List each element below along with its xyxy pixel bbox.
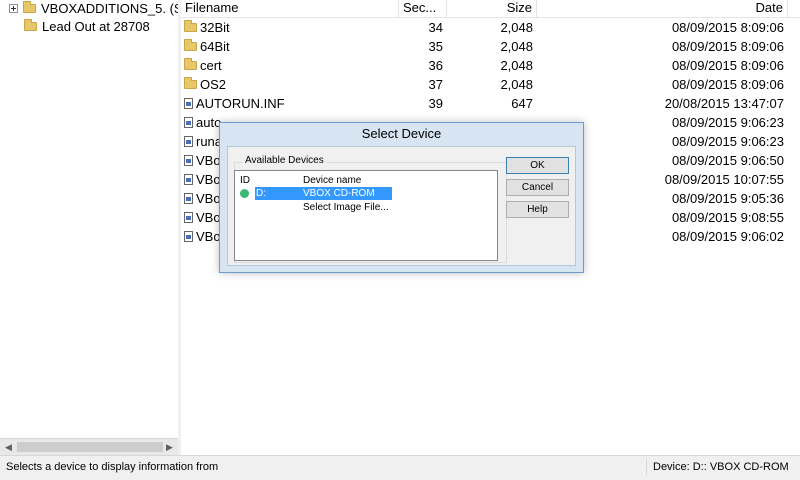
filename-text: VBo (196, 153, 221, 168)
column-header-filename[interactable]: Filename (181, 0, 399, 17)
filename-cell: AUTORUN.INF (184, 94, 394, 113)
sector-cell: 36 (428, 58, 443, 73)
status-text: Selects a device to display information … (6, 461, 219, 473)
scroll-left-icon[interactable]: ◀ (0, 439, 17, 455)
date-cell: 08/09/2015 9:05:36 (671, 191, 784, 206)
date-cell: 08/09/2015 9:06:23 (671, 115, 784, 130)
expand-icon[interactable] (9, 3, 18, 13)
cancel-button[interactable]: Cancel (506, 179, 569, 196)
sector-cell: 37 (428, 77, 443, 92)
filename-cell: 32Bit (184, 18, 394, 37)
device-name: VBOX CD-ROM (303, 188, 375, 199)
size-cell: 2,048 (500, 77, 533, 92)
device-row[interactable]: Select Image File... (236, 201, 498, 214)
column-header-size[interactable]: Size (447, 0, 537, 17)
file-icon (184, 231, 193, 242)
filename-text: 32Bit (200, 20, 230, 35)
sector-cell: 39 (428, 96, 443, 111)
device-status-icon (240, 189, 249, 198)
file-icon (184, 136, 193, 147)
list-header: Filename Sec... Size Date (181, 0, 800, 18)
tree-item-vboxadditions[interactable]: VBOXADDITIONS_5. (S (0, 0, 179, 17)
table-row[interactable]: AUTORUN.INF 39 647 20/08/2015 13:47:07 (181, 94, 800, 113)
filename-text: auto (196, 115, 222, 130)
ok-button[interactable]: OK (506, 157, 569, 174)
file-icon (184, 193, 193, 204)
size-cell: 2,048 (500, 39, 533, 54)
folder-icon (184, 77, 197, 89)
tree-horizontal-scrollbar[interactable]: ◀ ▶ (0, 438, 178, 455)
column-header-sector[interactable]: Sec... (399, 0, 447, 17)
column-header-date[interactable]: Date (537, 0, 788, 17)
folder-icon (184, 39, 197, 51)
filename-text: VBo (196, 210, 221, 225)
filename-text: OS2 (200, 77, 227, 92)
date-cell: 08/09/2015 8:09:06 (671, 20, 784, 35)
file-icon (184, 155, 193, 166)
group-label: Available Devices (243, 155, 326, 166)
help-button[interactable]: Help (506, 201, 569, 218)
folder-tree[interactable]: VBOXADDITIONS_5. (S Lead Out at 28708 ◀ … (0, 0, 179, 455)
table-row[interactable]: 64Bit 35 2,048 08/09/2015 8:09:06 (181, 37, 800, 56)
tree-item-label: Lead Out at 28708 (42, 18, 150, 34)
file-icon (184, 117, 193, 128)
folder-icon (184, 58, 197, 70)
device-id: D: (256, 188, 266, 199)
date-cell: 08/09/2015 9:06:50 (671, 153, 784, 168)
filename-text: VBo (196, 191, 221, 206)
select-device-dialog: Select Device Available Devices ID Devic… (219, 122, 584, 273)
date-cell: 08/09/2015 9:06:23 (671, 134, 784, 149)
device-name: Select Image File... (303, 202, 389, 213)
file-icon (184, 212, 193, 223)
date-cell: 08/09/2015 8:09:06 (671, 77, 784, 92)
sector-cell: 34 (428, 20, 443, 35)
tree-item-lead-out[interactable]: Lead Out at 28708 (0, 17, 150, 35)
filename-cell: 64Bit (184, 37, 394, 56)
size-cell: 2,048 (500, 58, 533, 73)
status-bar: Selects a device to display information … (0, 455, 800, 480)
table-row[interactable]: cert 36 2,048 08/09/2015 8:09:06 (181, 56, 800, 75)
date-cell: 08/09/2015 8:09:06 (671, 39, 784, 54)
date-cell: 08/09/2015 8:09:06 (671, 58, 784, 73)
sector-cell: 35 (428, 39, 443, 54)
filename-cell: cert (184, 56, 394, 75)
dialog-title: Select Device (361, 126, 442, 141)
tree-item-label: VBOXADDITIONS_5. (S (41, 0, 179, 16)
filename-text: VBo (196, 172, 221, 187)
status-device: Device: D:: VBOX CD-ROM (646, 459, 798, 475)
table-row[interactable]: 32Bit 34 2,048 08/09/2015 8:09:06 (181, 18, 800, 37)
filename-text: cert (200, 58, 222, 73)
filename-text: VBo (196, 229, 221, 244)
file-icon (184, 174, 193, 185)
folder-icon (23, 0, 36, 13)
filename-cell: OS2 (184, 75, 394, 94)
filename-text: AUTORUN.INF (196, 96, 285, 111)
date-cell: 08/09/2015 9:06:02 (671, 229, 784, 244)
date-cell: 08/09/2015 9:08:55 (671, 210, 784, 225)
scroll-right-icon[interactable]: ▶ (161, 439, 178, 455)
date-cell: 08/09/2015 10:07:55 (664, 172, 784, 187)
table-row[interactable]: OS2 37 2,048 08/09/2015 8:09:06 (181, 75, 800, 94)
size-cell: 2,048 (500, 20, 533, 35)
device-list-header-id[interactable]: ID (240, 174, 250, 187)
folder-icon (24, 18, 37, 31)
filename-text: 64Bit (200, 39, 230, 54)
size-cell: 647 (511, 96, 533, 111)
device-list-header-name[interactable]: Device name (303, 174, 361, 187)
device-list[interactable]: ID Device name D: VBOX CD-ROM Select Ima… (234, 170, 498, 261)
date-cell: 20/08/2015 13:47:07 (664, 96, 784, 111)
scrollbar-thumb[interactable] (17, 442, 163, 452)
dialog-body: Available Devices ID Device name D: VBOX… (227, 146, 576, 266)
device-row[interactable]: D: VBOX CD-ROM (236, 187, 498, 200)
folder-icon (184, 20, 197, 32)
file-icon (184, 98, 193, 109)
